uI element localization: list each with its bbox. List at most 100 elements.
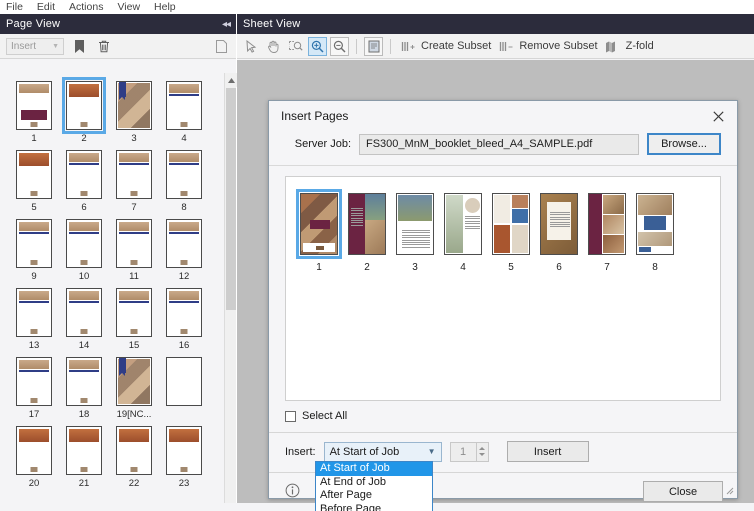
page-thumbnail[interactable]: 18 bbox=[60, 357, 108, 424]
preview-page-image[interactable] bbox=[296, 189, 342, 259]
resize-grip-icon[interactable] bbox=[725, 486, 734, 495]
page-thumbnail-image[interactable] bbox=[116, 357, 152, 406]
page-thumbnail-image[interactable] bbox=[16, 426, 52, 475]
cursor-arrow-icon[interactable] bbox=[242, 37, 261, 56]
page-thumbnail-image[interactable] bbox=[66, 219, 102, 268]
server-job-field[interactable]: FS300_MnM_booklet_bleed_A4_SAMPLE.pdf bbox=[359, 133, 639, 155]
menu-item-help[interactable]: Help bbox=[154, 0, 176, 14]
page-thumbnail[interactable]: 22 bbox=[110, 426, 158, 493]
page-thumbnail[interactable]: 3 bbox=[110, 81, 158, 148]
create-subset-icon[interactable] bbox=[398, 37, 417, 56]
preview-page-image[interactable] bbox=[396, 193, 434, 255]
page-thumbnail-image[interactable] bbox=[66, 426, 102, 475]
stepper-down-icon[interactable] bbox=[479, 453, 486, 456]
remove-subset-icon[interactable] bbox=[496, 37, 515, 56]
page-thumbnail-image[interactable] bbox=[166, 81, 202, 130]
scroll-up-icon[interactable] bbox=[225, 73, 237, 87]
blank-page-icon[interactable] bbox=[213, 38, 230, 55]
page-thumbnail[interactable]: 6 bbox=[60, 150, 108, 217]
preview-page-image[interactable] bbox=[636, 193, 674, 255]
preview-page-image[interactable] bbox=[444, 193, 482, 255]
bookmark-icon[interactable] bbox=[71, 38, 88, 55]
insert-button[interactable]: Insert bbox=[506, 441, 589, 462]
scrollbar-thumb[interactable] bbox=[226, 88, 236, 310]
page-thumbnail[interactable]: 9 bbox=[10, 219, 58, 286]
page-thumbnail-image[interactable] bbox=[166, 357, 202, 406]
page-thumbnail-image[interactable] bbox=[166, 150, 202, 199]
zoom-out-icon[interactable] bbox=[330, 36, 349, 56]
preview-page-item[interactable]: 1 bbox=[296, 189, 342, 273]
preview-page-item[interactable]: 8 bbox=[636, 193, 674, 273]
page-thumbnail-image[interactable] bbox=[166, 288, 202, 337]
trash-icon[interactable] bbox=[95, 38, 112, 55]
page-thumbnail[interactable]: 4 bbox=[160, 81, 208, 148]
z-fold-label[interactable]: Z-fold bbox=[626, 40, 654, 52]
close-button[interactable]: Close bbox=[643, 481, 723, 502]
page-thumbnail[interactable]: 7 bbox=[110, 150, 158, 217]
stepper-up-icon[interactable] bbox=[479, 447, 486, 450]
preview-page-image[interactable] bbox=[540, 193, 578, 255]
remove-subset-label[interactable]: Remove Subset bbox=[519, 40, 597, 52]
page-thumbnail-image[interactable] bbox=[16, 150, 52, 199]
page-thumbnail-list[interactable]: 1 2 3 4 5 6 7 8 9 10 11 12 13 14 15 16 17 18 19[NC... 20 21 2… bbox=[0, 73, 236, 511]
browse-button[interactable]: Browse... bbox=[647, 133, 721, 155]
select-all-checkbox[interactable] bbox=[285, 410, 296, 422]
page-thumbnail-image[interactable] bbox=[16, 357, 52, 406]
page-thumbnail-image[interactable] bbox=[66, 288, 102, 337]
page-preview-pane[interactable]: 1 2 3 4 5 6 7 8 bbox=[285, 176, 721, 401]
insert-position-option[interactable]: Before Page bbox=[316, 503, 432, 511]
insert-position-option[interactable]: At End of Job bbox=[316, 476, 432, 490]
menu-item-view[interactable]: View bbox=[117, 0, 140, 14]
collapse-panel-icon[interactable]: ◂◂ bbox=[222, 19, 231, 30]
page-thumbnail[interactable]: 16 bbox=[160, 288, 208, 355]
create-subset-label[interactable]: Create Subset bbox=[421, 40, 491, 52]
page-thumbnail-image[interactable] bbox=[16, 81, 52, 130]
page-thumbnail-image[interactable] bbox=[116, 81, 152, 130]
page-thumbnail-image[interactable] bbox=[116, 150, 152, 199]
page-thumbnail[interactable]: 12 bbox=[160, 219, 208, 286]
page-thumbnail-image[interactable] bbox=[116, 426, 152, 475]
preview-page-image[interactable] bbox=[492, 193, 530, 255]
page-thumbnail[interactable]: 11 bbox=[110, 219, 158, 286]
page-thumbnail[interactable]: 23 bbox=[160, 426, 208, 493]
page-number-stepper[interactable]: 1 bbox=[449, 441, 489, 462]
page-thumbnail-image[interactable] bbox=[66, 357, 102, 406]
page-thumbnail-image[interactable] bbox=[62, 77, 106, 134]
marquee-zoom-icon[interactable] bbox=[286, 37, 305, 56]
insert-position-option[interactable]: After Page bbox=[316, 489, 432, 503]
page-thumbnail-image[interactable] bbox=[166, 219, 202, 268]
close-icon[interactable] bbox=[709, 107, 727, 125]
page-thumbnail-image[interactable] bbox=[16, 219, 52, 268]
fit-page-icon[interactable] bbox=[364, 36, 383, 56]
menu-item-actions[interactable]: Actions bbox=[69, 0, 103, 14]
preview-page-image[interactable] bbox=[348, 193, 386, 255]
insert-mode-combo[interactable]: Insert ▼ bbox=[6, 37, 64, 55]
page-thumbnail[interactable]: 15 bbox=[110, 288, 158, 355]
menu-item-file[interactable]: File bbox=[6, 0, 23, 14]
page-thumbnail-image[interactable] bbox=[66, 150, 102, 199]
preview-page-item[interactable]: 6 bbox=[540, 193, 578, 273]
info-icon[interactable] bbox=[285, 483, 300, 501]
page-thumbnail[interactable]: 19[NC... bbox=[110, 357, 158, 424]
page-thumbnail[interactable]: 17 bbox=[10, 357, 58, 424]
insert-position-dropdown[interactable]: At Start of Job ▼ bbox=[323, 441, 442, 462]
page-thumbnail-image[interactable] bbox=[116, 219, 152, 268]
preview-page-item[interactable]: 3 bbox=[396, 193, 434, 273]
page-thumbnail[interactable] bbox=[160, 357, 208, 424]
page-thumbnail[interactable]: 13 bbox=[10, 288, 58, 355]
page-thumbnail[interactable]: 8 bbox=[160, 150, 208, 217]
page-thumbnail[interactable]: 20 bbox=[10, 426, 58, 493]
zoom-in-icon[interactable] bbox=[308, 36, 327, 56]
page-thumbnail-image[interactable] bbox=[16, 288, 52, 337]
preview-page-item[interactable]: 4 bbox=[444, 193, 482, 273]
page-thumbnail-image[interactable] bbox=[116, 288, 152, 337]
page-thumbnail[interactable]: 5 bbox=[10, 150, 58, 217]
page-thumbnail[interactable]: 21 bbox=[60, 426, 108, 493]
select-all-row[interactable]: Select All bbox=[285, 410, 737, 422]
insert-position-options-list[interactable]: At Start of Job At End of Job After Page Be… bbox=[315, 461, 433, 511]
preview-page-item[interactable]: 7 bbox=[588, 193, 626, 273]
stepper-arrows[interactable] bbox=[475, 441, 489, 462]
menu-item-edit[interactable]: Edit bbox=[37, 0, 55, 14]
preview-page-image[interactable] bbox=[588, 193, 626, 255]
z-fold-icon[interactable] bbox=[603, 37, 622, 56]
